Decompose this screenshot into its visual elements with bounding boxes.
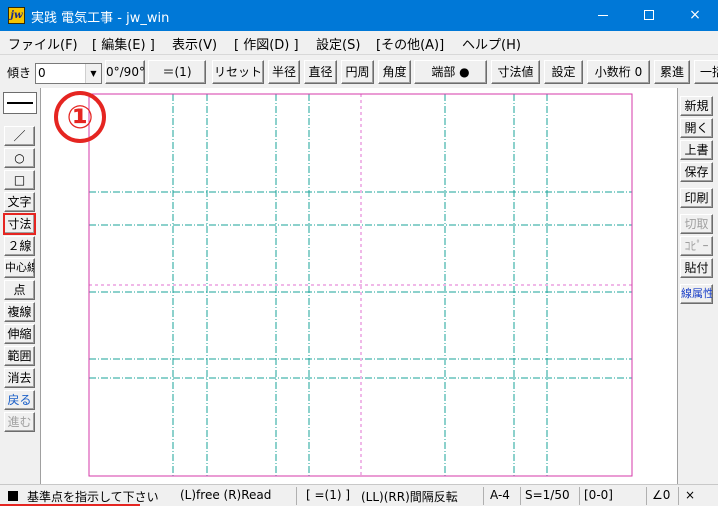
endpoint-button[interactable]: 端部 ● — [414, 60, 487, 84]
line-sample-icon — [7, 102, 33, 104]
menu-file[interactable]: ファイル(F) — [8, 34, 78, 53]
tool-erase[interactable]: 消去 — [4, 368, 35, 388]
menu-help[interactable]: ヘルプ(H) — [462, 34, 521, 53]
paste-button[interactable]: 貼付 — [680, 258, 713, 278]
status-close-icon[interactable]: × — [685, 488, 695, 502]
angle-readout[interactable]: ∠0 — [652, 488, 670, 502]
step-number-marker: ① — [54, 91, 106, 143]
reset-button[interactable]: リセット — [212, 60, 264, 84]
tool-double-line[interactable]: ２線 — [4, 236, 35, 256]
file-new-button[interactable]: 新規 — [680, 96, 713, 116]
window-title: 実践 電気工事 - jw_win — [31, 11, 170, 26]
tool-stretch[interactable]: 伸縮 — [4, 324, 35, 344]
angle-value[interactable]: 0 — [38, 66, 46, 80]
cumulative-button[interactable]: 累進 — [654, 60, 690, 84]
dimension-value-button[interactable]: 寸法値 — [491, 60, 540, 84]
maximize-button[interactable] — [626, 0, 672, 31]
status-message: 基準点を指示して下さい — [27, 490, 159, 504]
close-button[interactable]: × — [672, 0, 718, 31]
angle-button[interactable]: 角度 — [378, 60, 411, 84]
layer-readout[interactable]: [0-0] — [584, 488, 613, 502]
tool-center-line[interactable]: 中心線 — [4, 258, 35, 278]
left-tool-panel: ／ ○ □ 文字 寸法 ２線 中心線 点 複線 伸縮 範囲 消去 戻る 進む — [0, 88, 39, 484]
tool-redo[interactable]: 進む — [4, 412, 35, 432]
cut-button[interactable]: 切取 — [680, 214, 713, 234]
right-tool-panel: 新規 開く 上書 保存 印刷 切取 ｺﾋﾟｰ 貼付 線属性 — [678, 88, 718, 484]
angle-combo[interactable]: 0 ▼ — [35, 63, 102, 84]
jw-app-icon[interactable]: jw — [8, 7, 25, 24]
menu-other[interactable]: [その他(A)] — [376, 34, 444, 53]
tool-parallel-line[interactable]: 複線 — [4, 302, 35, 322]
status-double-click-hint: (LL)(RR)間隔反転 — [361, 490, 458, 504]
tool-dimension[interactable]: 寸法 — [3, 213, 36, 235]
angle-0-90-button[interactable]: 0°/90° — [105, 60, 145, 84]
file-overwrite-button[interactable]: 上書 — [680, 140, 713, 160]
status-divider — [579, 487, 580, 505]
drawing-svg — [88, 93, 633, 478]
paper-size[interactable]: A-4 — [490, 488, 510, 502]
status-divider — [296, 487, 297, 505]
maximize-icon — [644, 10, 654, 20]
title-bar: jw 実践 電気工事 - jw_win × — [0, 0, 718, 31]
batch-button[interactable]: 一括 — [694, 60, 718, 84]
scale-readout[interactable]: S=1/50 — [525, 488, 570, 502]
status-divider — [520, 487, 521, 505]
menu-view[interactable]: 表示(V) — [172, 34, 217, 53]
menu-settings[interactable]: 設定(S) — [316, 34, 360, 53]
drawing-canvas[interactable]: ① — [40, 88, 678, 484]
tool-point[interactable]: 点 — [4, 280, 35, 300]
tool-text[interactable]: 文字 — [4, 192, 35, 212]
close-icon: × — [689, 7, 701, 23]
minimize-icon — [598, 15, 608, 16]
menu-bar: ファイル(F) [ 編集(E) ] 表示(V) [ 作図(D) ] 設定(S) … — [0, 31, 718, 53]
decimal-places-button[interactable]: 小数桁 0 — [587, 60, 650, 84]
status-square-icon — [8, 491, 18, 501]
line-attribute-button[interactable]: 線属性 — [680, 284, 713, 304]
tool-line[interactable]: ／ — [4, 126, 35, 146]
circumference-button[interactable]: 円周 — [341, 60, 374, 84]
tool-circle[interactable]: ○ — [4, 148, 35, 168]
copy-button[interactable]: ｺﾋﾟｰ — [680, 236, 713, 256]
diameter-button[interactable]: 直径 — [304, 60, 337, 84]
status-mouse-hint: (L)free (R)Read — [180, 488, 272, 502]
status-bar: 基準点を指示して下さい (L)free (R)Read [ =(1) ] (LL… — [0, 484, 718, 506]
angle-label: 傾き — [7, 66, 32, 80]
tool-rectangle[interactable]: □ — [4, 170, 35, 190]
file-open-button[interactable]: 開く — [680, 118, 713, 138]
line-type-selector[interactable] — [3, 92, 37, 114]
print-button[interactable]: 印刷 — [680, 188, 713, 208]
tool-undo[interactable]: 戻る — [4, 390, 35, 410]
minimize-button[interactable] — [580, 0, 626, 31]
tool-range[interactable]: 範囲 — [4, 346, 35, 366]
file-save-button[interactable]: 保存 — [680, 162, 713, 182]
dimension-toolbar: 傾き 0 ▼ 0°/90° ＝(1) リセット 半径 直径 円周 角度 端部 ●… — [0, 54, 718, 87]
status-divider — [646, 487, 647, 505]
dropdown-arrow-icon[interactable]: ▼ — [85, 64, 101, 83]
menu-draw[interactable]: [ 作図(D) ] — [234, 34, 299, 53]
status-dimension-mode: [ =(1) ] — [306, 488, 351, 502]
radius-button[interactable]: 半径 — [268, 60, 300, 84]
status-divider — [678, 487, 679, 505]
menu-edit[interactable]: [ 編集(E) ] — [92, 34, 155, 53]
status-divider — [483, 487, 484, 505]
dimension-mode-button[interactable]: ＝(1) — [148, 60, 206, 84]
settings-button[interactable]: 設定 — [544, 60, 583, 84]
